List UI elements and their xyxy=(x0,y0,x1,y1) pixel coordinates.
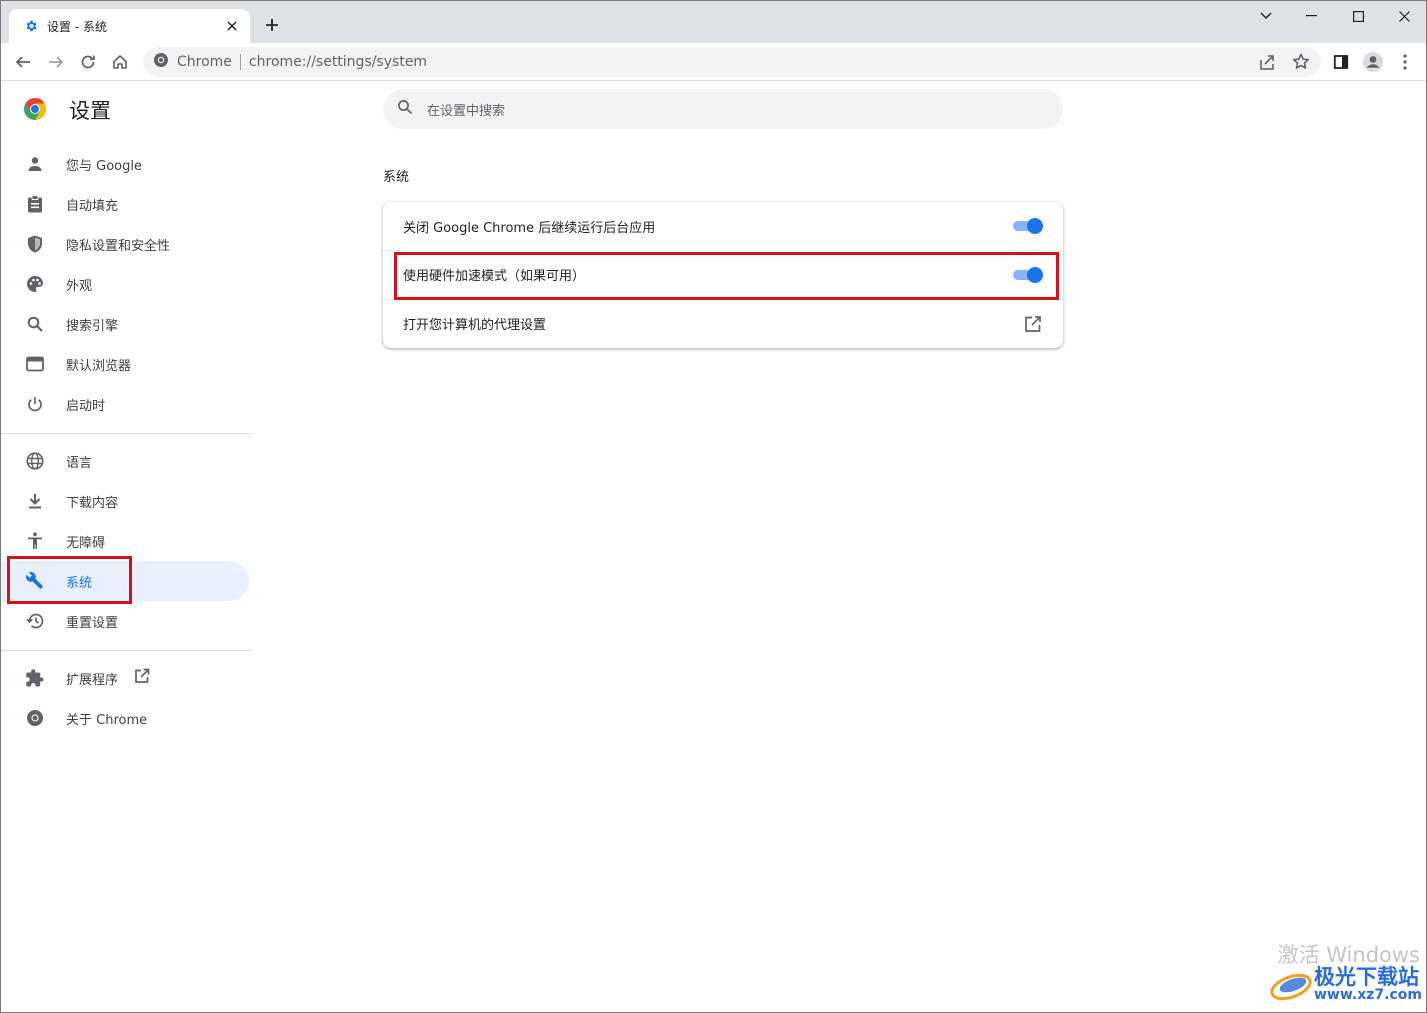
highlight-box-hardware-acceleration xyxy=(394,252,1059,300)
sidebar-item-languages[interactable]: 语言 xyxy=(1,441,249,481)
setting-row-proxy[interactable]: 打开您计算机的代理设置 xyxy=(383,299,1063,347)
sidebar-item-on-startup[interactable]: 启动时 xyxy=(1,384,249,424)
gear-icon xyxy=(23,18,39,34)
sidebar-item-about-chrome[interactable]: 关于 Chrome xyxy=(1,698,249,738)
chrome-icon xyxy=(25,708,45,728)
close-tab-icon[interactable] xyxy=(224,18,240,34)
window-close-button[interactable] xyxy=(1381,1,1427,31)
shield-icon xyxy=(25,234,45,254)
setting-label: 关闭 Google Chrome 后继续运行后台应用 xyxy=(403,220,656,236)
sidebar-item-autofill[interactable]: 自动填充 xyxy=(1,184,249,224)
sidebar-item-reset[interactable]: 重置设置 xyxy=(1,601,249,641)
search-placeholder: 在设置中搜索 xyxy=(427,103,506,119)
omnibox-separator xyxy=(239,54,241,70)
bookmark-star-icon[interactable] xyxy=(1289,50,1313,78)
profile-avatar[interactable] xyxy=(1361,50,1385,74)
forward-button[interactable] xyxy=(44,50,68,74)
sidebar-item-label: 重置设置 xyxy=(66,615,119,631)
external-link-icon[interactable] xyxy=(1023,314,1043,334)
restore-icon xyxy=(25,611,45,631)
settings-search-input[interactable]: 在设置中搜索 xyxy=(383,89,1063,129)
tab-strip: 设置 - 系统 xyxy=(1,1,1426,43)
sidebar-item-label: 语言 xyxy=(66,455,93,471)
sidebar-item-label: 隐私设置和安全性 xyxy=(66,238,171,254)
sidebar-item-label: 默认浏览器 xyxy=(66,358,132,374)
setting-row-background-apps[interactable]: 关闭 Google Chrome 后继续运行后台应用 xyxy=(383,202,1063,250)
new-tab-button[interactable] xyxy=(260,13,284,37)
tab-settings-system[interactable]: 设置 - 系统 xyxy=(9,9,250,43)
accessibility-icon xyxy=(25,531,45,551)
sidebar-item-default-browser[interactable]: 默认浏览器 xyxy=(1,344,249,384)
sidebar-item-downloads[interactable]: 下载内容 xyxy=(1,481,249,521)
power-icon xyxy=(25,394,45,414)
omnibox-actions xyxy=(1255,50,1313,78)
sidebar-item-label: 搜索引擎 xyxy=(66,318,119,334)
nav-divider xyxy=(1,433,252,434)
sidebar-item-accessibility[interactable]: 无障碍 xyxy=(1,521,249,561)
sidebar-item-search-engine[interactable]: 搜索引擎 xyxy=(1,304,249,344)
back-button[interactable] xyxy=(11,50,35,74)
external-link-icon xyxy=(134,668,150,688)
more-menu-icon[interactable] xyxy=(1393,50,1417,74)
browser-icon xyxy=(25,354,45,374)
background-apps-toggle[interactable] xyxy=(1011,218,1043,234)
chrome-site-icon xyxy=(153,52,169,72)
site-label: Chrome xyxy=(177,54,232,70)
sidebar-item-label: 启动时 xyxy=(66,398,106,414)
tab-title: 设置 - 系统 xyxy=(47,19,107,34)
sidebar-item-label: 自动填充 xyxy=(66,198,119,214)
sidebar-item-extensions[interactable]: 扩展程序 xyxy=(1,658,249,698)
clipboard-icon xyxy=(25,194,45,214)
palette-icon xyxy=(25,274,45,294)
globe-icon xyxy=(25,451,45,471)
minimize-button[interactable] xyxy=(1288,1,1334,31)
sidebar-item-appearance[interactable]: 外观 xyxy=(1,264,249,304)
section-title: 系统 xyxy=(383,170,410,185)
highlight-box-sidebar-system xyxy=(7,556,132,604)
person-icon xyxy=(25,154,45,174)
sidebar-item-you-and-google[interactable]: 您与 Google xyxy=(1,144,249,184)
tab-search-icon[interactable] xyxy=(1243,1,1289,31)
sidebar-item-privacy[interactable]: 隐私设置和安全性 xyxy=(1,224,249,264)
sidebar-item-label: 您与 Google xyxy=(66,158,142,174)
sidebar-item-label: 外观 xyxy=(66,278,93,294)
chrome-logo xyxy=(23,97,47,121)
maximize-button[interactable] xyxy=(1335,1,1381,31)
page-title: 设置 xyxy=(69,99,111,123)
search-icon xyxy=(25,314,45,334)
browser-toolbar: Chrome chrome://settings/system xyxy=(1,43,1426,81)
sidebar-item-label: 下载内容 xyxy=(66,495,119,511)
sidebar-item-label: 扩展程序 xyxy=(66,672,119,688)
reload-button[interactable] xyxy=(76,50,100,74)
browser-window: 设置 - 系统 Chrome chrome://settings/system … xyxy=(0,0,1427,1013)
setting-label: 打开您计算机的代理设置 xyxy=(403,318,547,333)
watermark-url: www.xz7.com xyxy=(1314,987,1422,1003)
address-bar[interactable]: Chrome chrome://settings/system xyxy=(143,47,1321,77)
search-icon xyxy=(397,99,413,119)
side-panel-icon[interactable] xyxy=(1329,50,1353,74)
share-icon[interactable] xyxy=(1255,50,1279,78)
home-button[interactable] xyxy=(108,50,132,74)
puzzle-icon xyxy=(25,668,45,688)
download-icon xyxy=(25,491,45,511)
sidebar-item-label: 关于 Chrome xyxy=(66,712,148,728)
url-text: chrome://settings/system xyxy=(248,54,428,70)
nav-divider xyxy=(1,650,252,651)
sidebar-item-label: 无障碍 xyxy=(66,535,106,551)
